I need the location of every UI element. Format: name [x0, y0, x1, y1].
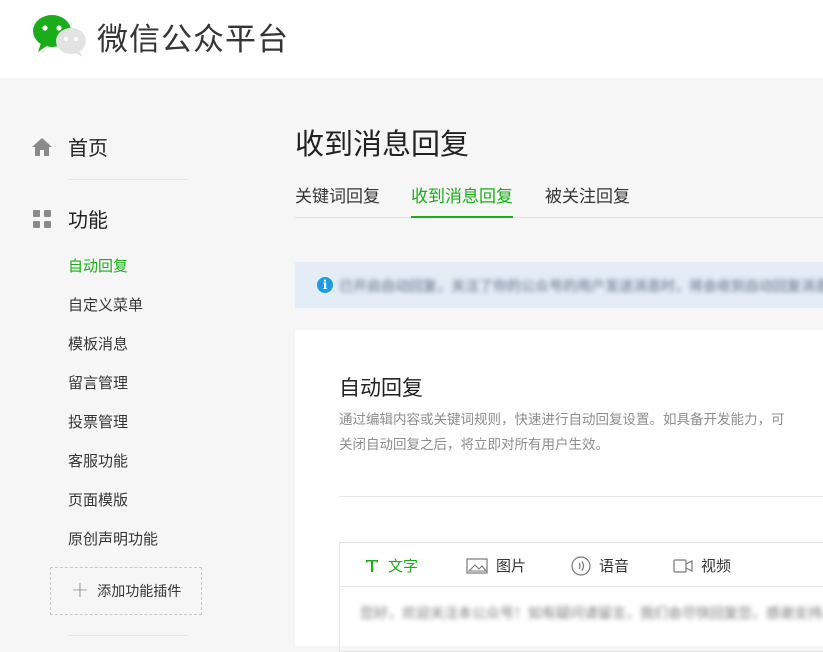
add-plugin-label: 添加功能插件 [97, 584, 182, 600]
notice-bar: i 已开启自动回复，关注了你的公众号的用户发送消息时，将会收到自动回复消息。 更 [295, 262, 823, 308]
main-content: 收到消息回复 关键词回复 收到消息回复 被关注回复 i 已开启自动回复，关注了你… [270, 78, 823, 652]
card-title: 自动回复 [339, 376, 423, 400]
sidebar-item-auto-reply[interactable]: 自动回复 [68, 255, 128, 276]
sidebar-home-label: 首页 [68, 136, 108, 160]
voice-icon [571, 555, 591, 576]
editor-tab-text[interactable]: 文字 [364, 555, 418, 576]
editor-tab-video[interactable]: 视频 [673, 555, 731, 576]
tab-follow-reply[interactable]: 被关注回复 [545, 182, 630, 217]
sidebar: 首页 功能 自动回复 自定义菜单 模板消息 留言管理 投票管理 客服功能 页面模… [0, 78, 270, 646]
editor-tabs: 文字 图片 语音 视频 [340, 543, 823, 587]
card-description-line2: 关闭自动回复之后，将立即对所有用户生效。 [339, 437, 609, 453]
editor-tab-voice[interactable]: 语音 [571, 555, 629, 576]
sidebar-item-vote-management[interactable]: 投票管理 [68, 411, 128, 432]
editor-tab-text-label: 文字 [388, 557, 419, 575]
info-icon: i [317, 277, 333, 293]
auto-reply-card: 自动回复 通过编辑内容或关键词规则，快速进行自动回复设置。如具备开发能力，可 关… [295, 330, 823, 652]
card-divider [339, 496, 823, 497]
text-icon [364, 558, 380, 574]
brand-title: 微信公众平台 [97, 22, 289, 58]
editor-tab-video-label: 视频 [701, 557, 732, 575]
tab-keyword-reply[interactable]: 关键词回复 [295, 182, 380, 217]
sidebar-item-template-message[interactable]: 模板消息 [68, 333, 128, 354]
image-icon [466, 557, 488, 574]
card-description: 通过编辑内容或关键词规则，快速进行自动回复设置。如具备开发能力，可 关闭自动回复… [339, 408, 823, 458]
sidebar-divider [68, 179, 188, 180]
sidebar-item-home[interactable]: 首页 [30, 132, 108, 161]
editor-content[interactable]: 您好，欢迎关注本公众号！如有疑问请留言，我们会尽快回复您，感谢支持。> [360, 603, 823, 623]
card-description-line1: 通过编辑内容或关键词规则，快速进行自动回复设置。如具备开发能力，可 [339, 412, 785, 428]
page-title: 收到消息回复 [295, 127, 470, 161]
tab-message-reply[interactable]: 收到消息回复 [411, 182, 513, 218]
plus-icon: + [70, 578, 90, 603]
sidebar-features-label: 功能 [68, 208, 108, 232]
reply-tabs: 关键词回复 收到消息回复 被关注回复 [295, 182, 823, 218]
wechat-logo-icon[interactable] [31, 12, 89, 58]
editor-tab-voice-label: 语音 [599, 557, 630, 575]
sidebar-item-features[interactable]: 功能 [30, 204, 108, 233]
editor-tab-image-label: 图片 [496, 557, 527, 575]
sidebar-item-original-declaration[interactable]: 原创声明功能 [68, 528, 158, 549]
notice-text: 已开启自动回复，关注了你的公众号的用户发送消息时，将会收到自动回复消息。 更 [339, 279, 823, 295]
editor-tab-image[interactable]: 图片 [466, 555, 526, 576]
grid-icon [30, 207, 54, 231]
sidebar-divider-bottom [68, 635, 188, 636]
reply-editor: 文字 图片 语音 视频 您好，欢迎关注本公众号！如有疑问请留言，我们会尽快回复您… [339, 542, 823, 652]
sidebar-item-comment-management[interactable]: 留言管理 [68, 372, 128, 393]
add-plugin-button[interactable]: + 添加功能插件 [50, 567, 202, 615]
home-icon [30, 135, 54, 159]
video-icon [673, 558, 693, 574]
top-bar: 微信公众平台 [0, 0, 823, 78]
sidebar-item-custom-menu[interactable]: 自定义菜单 [68, 294, 143, 315]
sidebar-item-customer-service[interactable]: 客服功能 [68, 450, 128, 471]
sidebar-item-page-template[interactable]: 页面模版 [68, 489, 128, 510]
